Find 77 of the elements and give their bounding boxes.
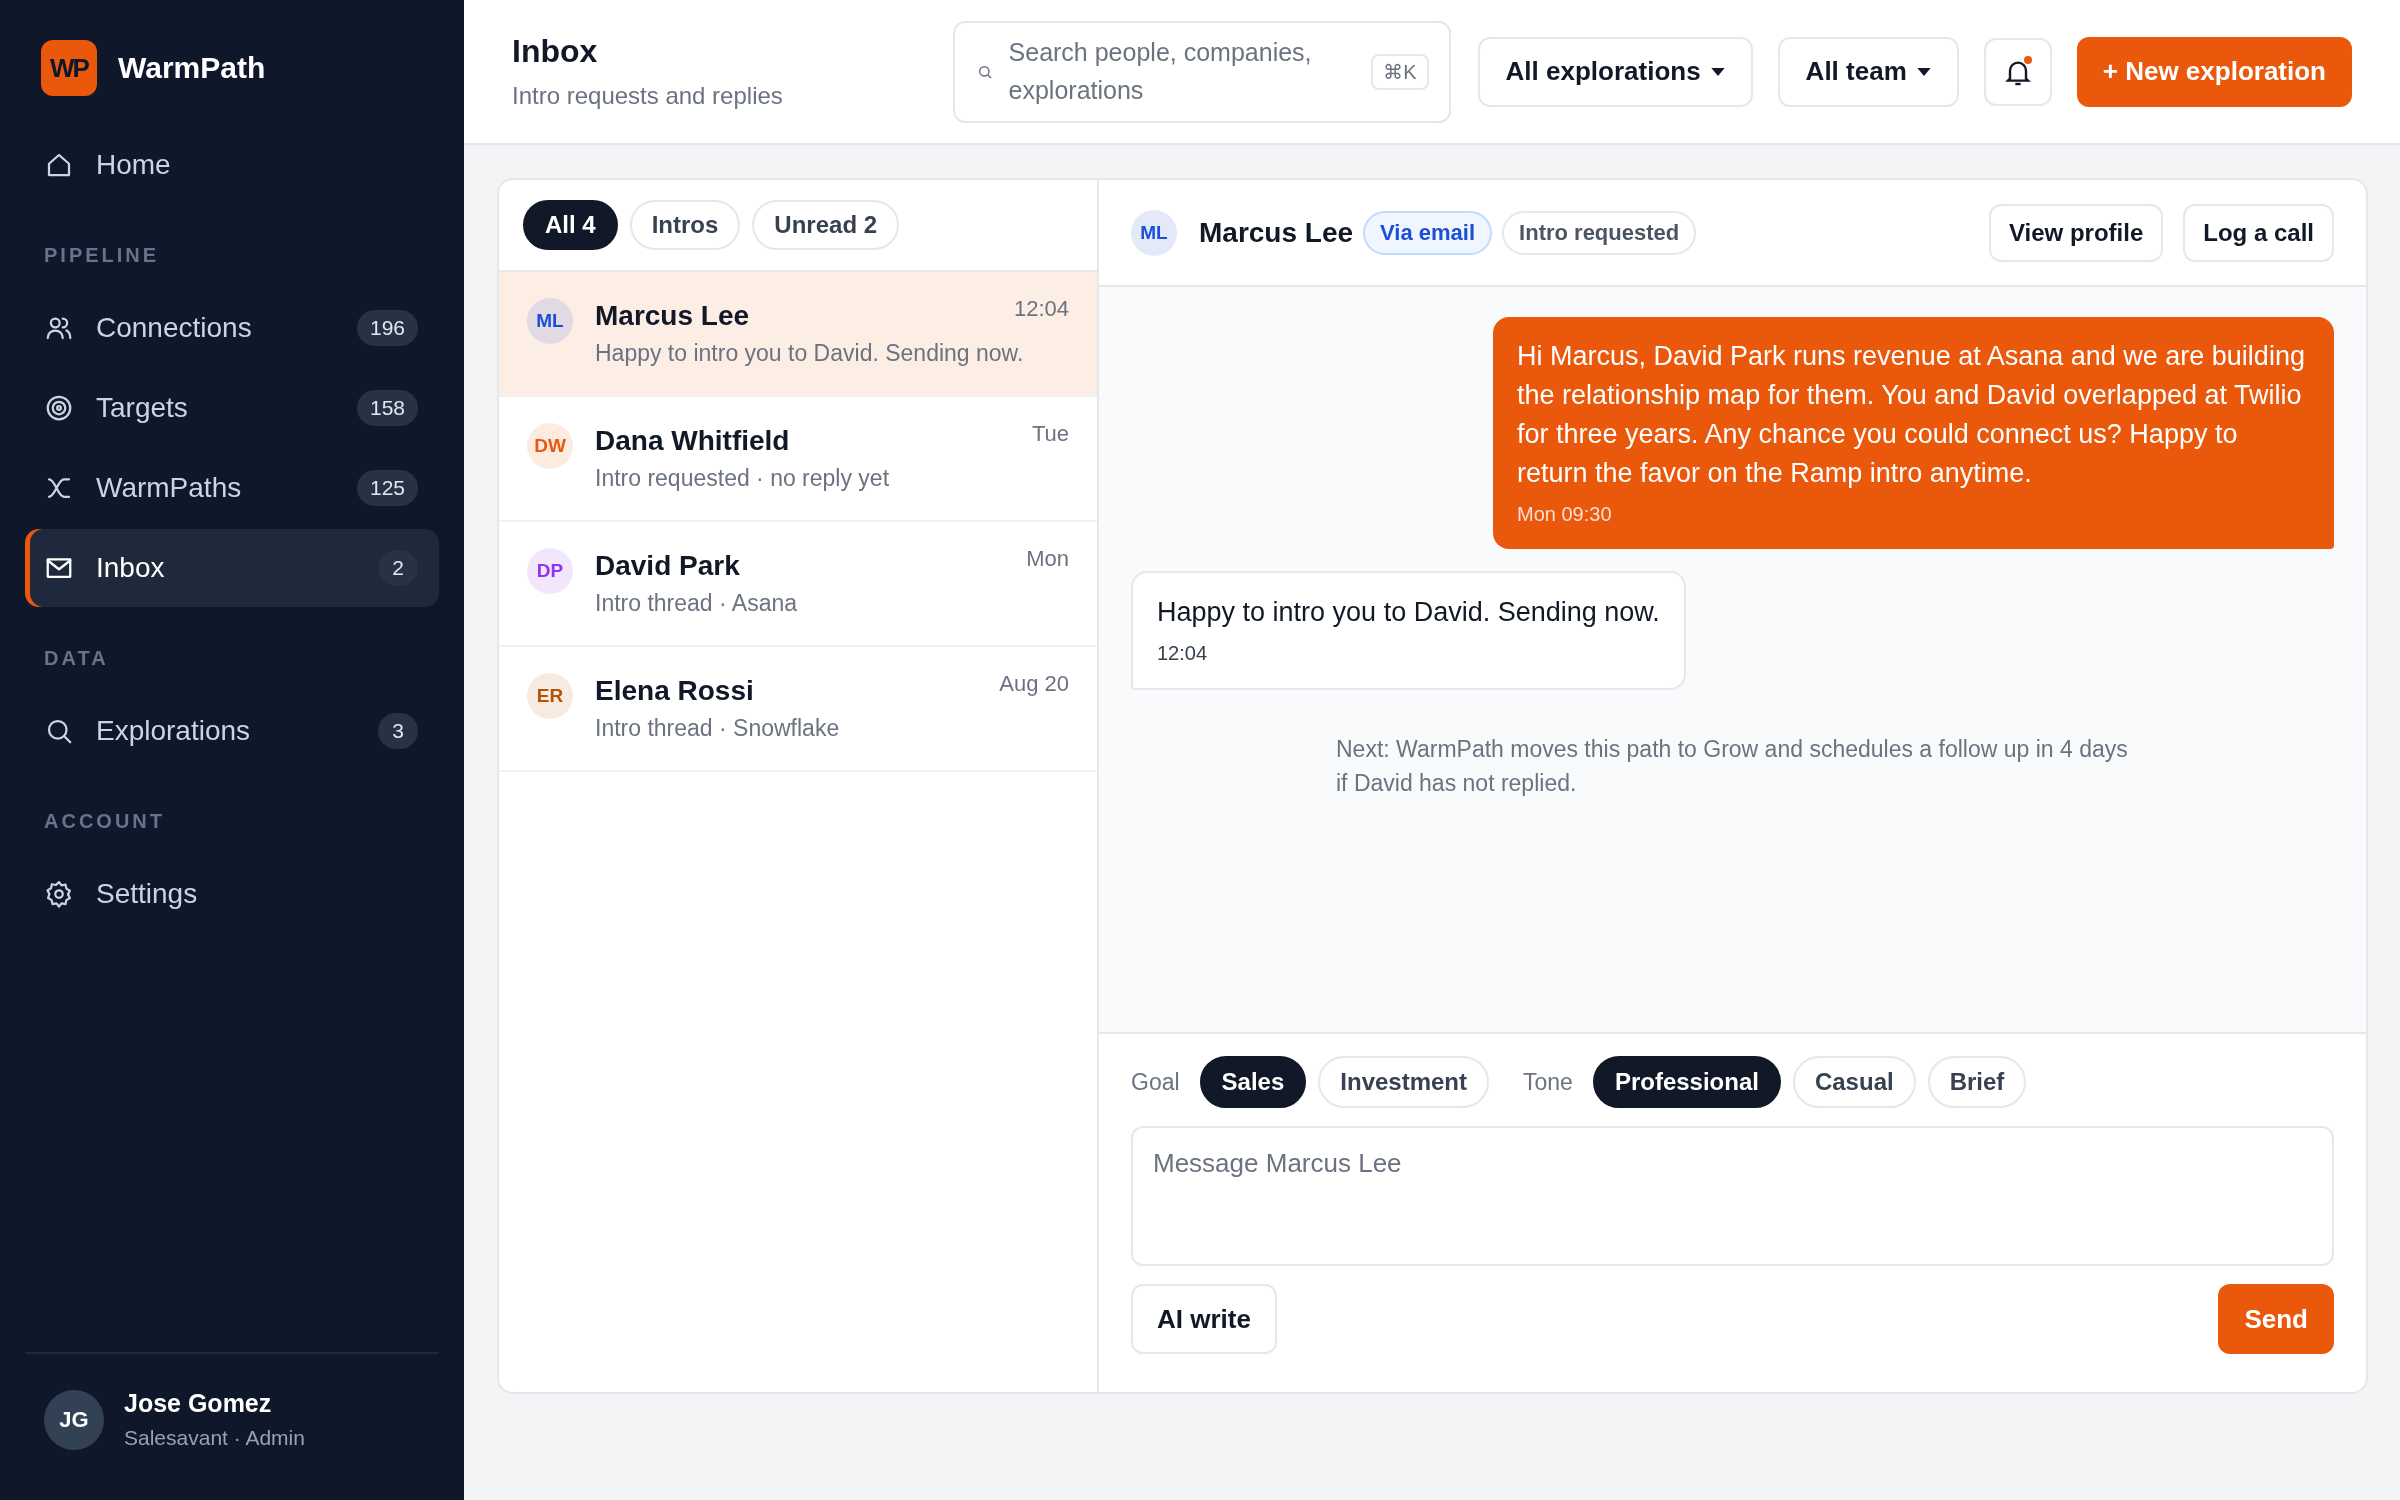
user-detail: Salesavant · Admin [124, 1426, 305, 1450]
contact-name: Elena Rossi [595, 675, 754, 707]
contact-avatar: DW [527, 423, 573, 469]
contact-avatar: ER [527, 673, 573, 719]
search-icon [976, 63, 993, 80]
tone-label: Tone [1523, 1068, 1573, 1096]
user-avatar: JG [44, 1389, 104, 1450]
goal-label: Goal [1131, 1068, 1180, 1096]
notifications-button[interactable] [1983, 37, 2052, 106]
section-label: PIPELINE [43, 243, 161, 268]
page-subtitle: Intro requests and replies [512, 82, 784, 110]
settings-icon [44, 879, 74, 909]
count-badge: 196 [356, 310, 418, 346]
filter-tab[interactable]: All 4 [523, 200, 618, 250]
contact-name: Marcus Lee [595, 300, 750, 332]
thread-item[interactable]: DP David Park Mon Intro thread · Asana [499, 522, 1097, 647]
thread-item[interactable]: ML Marcus Lee 12:04 Happy to intro you to David. Sending now. [499, 272, 1097, 397]
app-name: WarmPath [118, 51, 266, 85]
nav-item[interactable]: Targets 158 [25, 369, 439, 447]
contact-avatar: ML [1131, 209, 1177, 256]
count-badge: 125 [356, 470, 418, 506]
action-button[interactable]: View profile [1989, 203, 2164, 262]
logo-icon: WP [41, 40, 97, 96]
nav-item[interactable]: Home [25, 126, 439, 204]
section-label: ACCOUNT [43, 809, 166, 834]
section-label: DATA [43, 646, 110, 671]
tone-chip[interactable]: Casual [1792, 1056, 1916, 1108]
nav-item[interactable]: Settings [25, 855, 439, 933]
thread-time: 12:04 [1013, 296, 1069, 323]
thread-time: Tue [1031, 421, 1069, 448]
goal-chip[interactable]: Investment [1318, 1056, 1489, 1108]
filter-dropdown[interactable]: All explorations [1477, 36, 1753, 107]
action-button[interactable]: Log a call [2183, 203, 2334, 262]
count-badge: 2 [378, 550, 418, 586]
thread-preview: Intro thread · Snowflake [595, 715, 841, 742]
caret-icon [1916, 67, 1931, 76]
message-field[interactable]: Message Marcus Lee [1131, 1126, 2334, 1266]
status-tag: Via email [1363, 210, 1493, 255]
send-button[interactable]: Send [2218, 1284, 2334, 1354]
filter-dropdown[interactable]: All team [1777, 36, 1959, 107]
ai-write-button[interactable]: AI write [1131, 1284, 1277, 1354]
contact-avatar: DP [527, 548, 573, 594]
shortcut-hint: ⌘K [1371, 53, 1429, 90]
new-exploration-button[interactable]: + New exploration [2076, 36, 2352, 107]
count-badge: 3 [378, 713, 418, 749]
nav-item[interactable]: Connections 196 [25, 289, 439, 367]
message-text: Happy to intro you to David. Sending now. [1157, 596, 1660, 629]
target-icon [44, 393, 74, 423]
thread-item[interactable]: ER Elena Rossi Aug 20 Intro thread · Snowflake [499, 647, 1097, 772]
filter-tab[interactable]: Unread 2 [752, 200, 900, 250]
search-field[interactable]: Search people, companies, explorations ⌘K [952, 20, 1451, 123]
thread-preview: Intro requested · no reply yet [595, 465, 891, 492]
nav-item[interactable]: Explorations 3 [25, 692, 439, 770]
message-time: 12:04 [1157, 641, 1209, 666]
message-time: Mon 09:30 [1517, 502, 1613, 527]
tone-chip[interactable]: Brief [1927, 1056, 2027, 1108]
nav-item[interactable]: Inbox 2 [25, 529, 439, 607]
thread-preview: Happy to intro you to David. Sending now. [595, 340, 1025, 367]
thread-time: Mon [1026, 546, 1069, 573]
contact-name: David Park [595, 550, 740, 582]
tone-chip[interactable]: Professional [1592, 1056, 1781, 1108]
thread-preview: Intro thread · Asana [595, 590, 798, 617]
next-step-note: Next: WarmPath moves this path to Grow and schedules a follow up in 4 days if David has not replied. [1336, 735, 2129, 798]
goal-chip[interactable]: Sales [1199, 1056, 1307, 1108]
thread-time: Aug 20 [999, 671, 1069, 698]
contact-name: Dana Whitfield [595, 425, 790, 457]
nav-item[interactable]: WarmPaths 125 [25, 449, 439, 527]
user-name: Jose Gomez [124, 1389, 273, 1418]
contact-name: Marcus Lee [1199, 216, 1354, 249]
page-title: Inbox [512, 33, 599, 70]
status-tag: Intro requested [1502, 210, 1697, 255]
thread-item[interactable]: DW Dana Whitfield Tue Intro requested · no reply yet [499, 397, 1097, 522]
caret-icon [1710, 67, 1725, 76]
filter-tab[interactable]: Intros [629, 200, 741, 250]
message-text: Hi Marcus, David Park runs revenue at Asana and we are building the relationship map for them. You and David overlapped at Twilio for three years. Any chance you could connect us? Happy to return the favor on the Ramp intro anytime. [1517, 340, 2306, 490]
count-badge: 158 [356, 390, 418, 426]
contact-avatar: ML [527, 298, 573, 344]
